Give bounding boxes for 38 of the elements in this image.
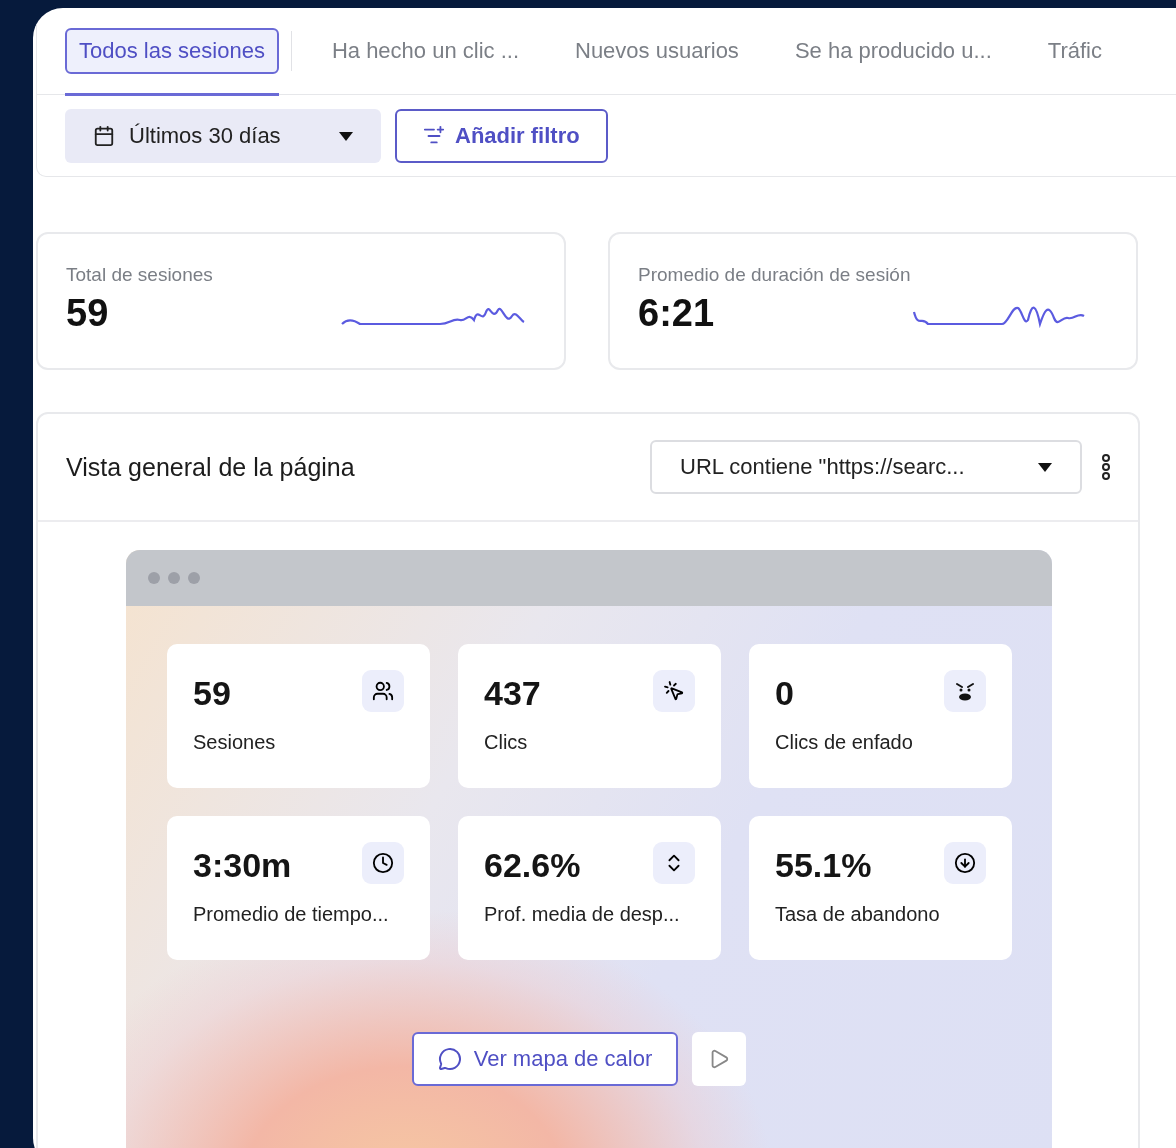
- stat-label: Total de sesiones: [66, 264, 214, 286]
- stat-label: Promedio de duración de sesión: [638, 264, 912, 286]
- tab[interactable]: Ha hecho un clic ...: [317, 28, 533, 74]
- speech-bubble-icon: [437, 1047, 462, 1071]
- metric-value: 59: [193, 674, 231, 713]
- clock-icon: [372, 852, 394, 874]
- metric-value: 3:30m: [193, 846, 292, 885]
- vertical-dots-icon: [1102, 454, 1110, 480]
- angry-face-icon: [954, 680, 976, 702]
- metric-label: Clics de enfado: [775, 731, 914, 754]
- arrow-down-circle-icon: [954, 852, 976, 874]
- metric-value: 0: [775, 674, 794, 713]
- more-options-button[interactable]: [1102, 454, 1110, 480]
- metric-label: Tasa de abandono: [775, 903, 941, 926]
- add-filter-button[interactable]: Añadir filtro: [395, 109, 608, 163]
- calendar-icon: [93, 125, 115, 147]
- tab[interactable]: Todos las sesiones: [65, 28, 279, 74]
- metric-value: 437: [484, 674, 541, 713]
- caret-icon: [339, 131, 353, 141]
- users-icon: [372, 680, 394, 702]
- pointer-click-icon: [663, 680, 685, 702]
- tab[interactable]: Nuevos usuarios: [561, 28, 753, 74]
- tab[interactable]: Tráfic: [1033, 28, 1116, 74]
- metric-label: Prof. media de desp...: [484, 903, 681, 926]
- card-title: Vista general de la página: [66, 452, 356, 482]
- metric-label: Promedio de tiempo...: [193, 903, 390, 926]
- stat-value: 6:21: [638, 292, 715, 335]
- caret-icon: [1038, 462, 1052, 472]
- metric-value: 55.1%: [775, 846, 872, 885]
- metric-label: Sesiones: [193, 731, 277, 754]
- heatmap-button[interactable]: Ver mapa de calor: [411, 1032, 679, 1086]
- metric-value: 62.6%: [484, 846, 581, 885]
- url-filter-dropdown[interactable]: URL contiene "https://searc...: [650, 440, 1082, 494]
- tab[interactable]: Se ha producido u...: [780, 28, 1006, 74]
- metric-label: Clics: [484, 731, 529, 754]
- date-range-dropdown[interactable]: Últimos 30 días: [65, 109, 381, 163]
- play-button[interactable]: [692, 1032, 747, 1086]
- stat-value: 59: [66, 292, 109, 335]
